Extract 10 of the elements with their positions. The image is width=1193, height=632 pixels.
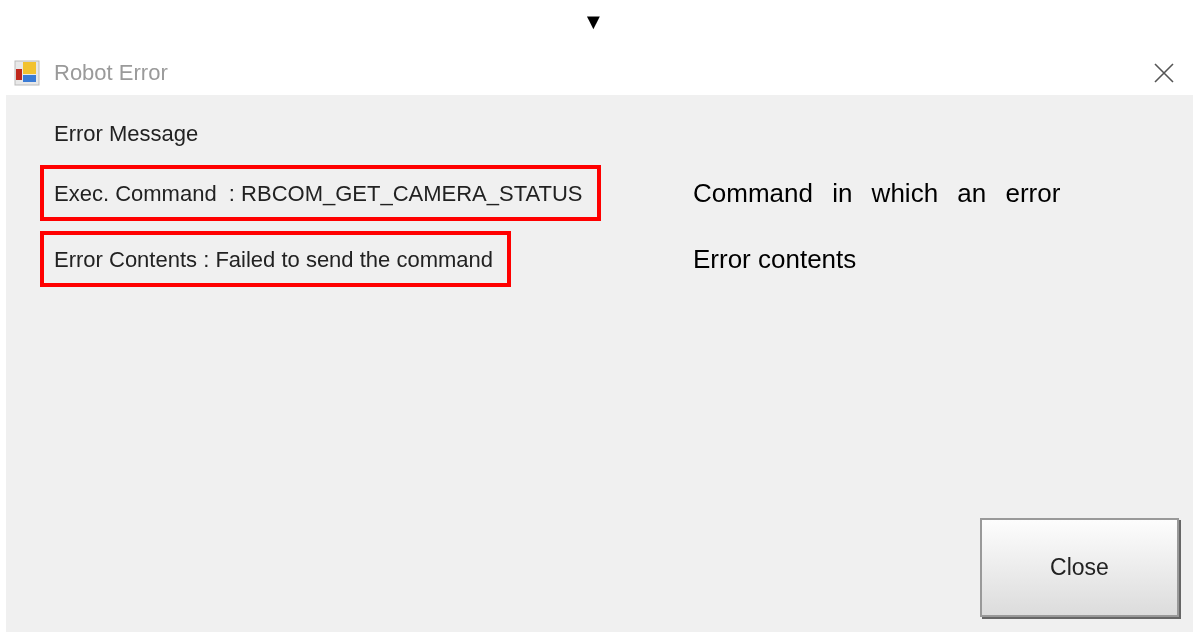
annotation-text: Error contents bbox=[693, 242, 858, 276]
field-text: Error Contents : Failed to send the command bbox=[40, 231, 511, 287]
field-text: Exec. Command : RBCOM_GET_CAMERA_STATUS bbox=[40, 165, 601, 221]
window-title: Robot Error bbox=[54, 59, 168, 87]
annotation-text: Command in which an error bbox=[693, 176, 1062, 210]
close-icon[interactable] bbox=[1153, 61, 1175, 84]
down-marker: ▼ bbox=[582, 7, 605, 36]
section-heading: Error Message bbox=[54, 120, 200, 148]
close-button[interactable]: Close bbox=[980, 518, 1179, 617]
app-icon bbox=[14, 59, 40, 86]
